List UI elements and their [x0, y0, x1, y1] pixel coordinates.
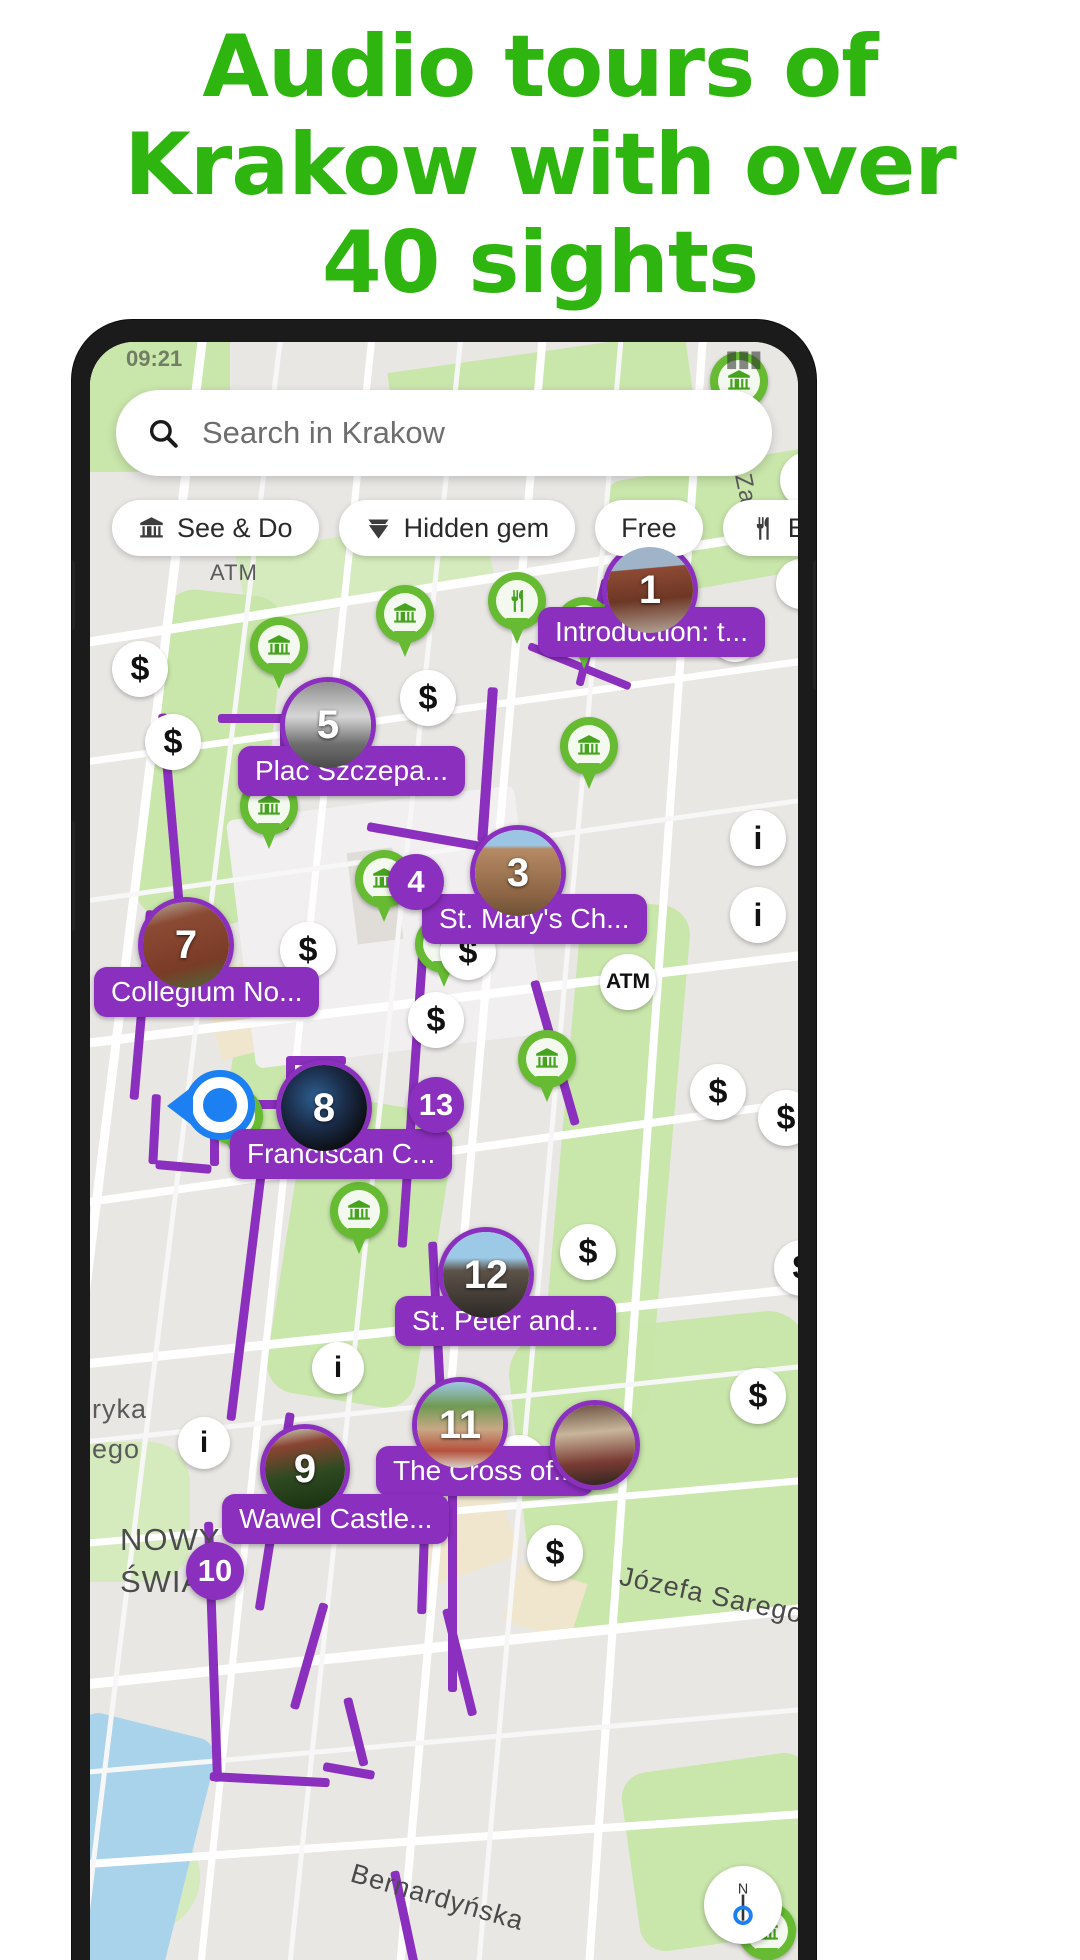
poi-marker-money[interactable]: $: [690, 1064, 746, 1120]
tour-stop-number: 4: [407, 864, 425, 899]
tour-stop-3[interactable]: 3: [470, 825, 566, 921]
status-icons: ▮▮▮: [725, 346, 762, 371]
museum-icon: [536, 1048, 558, 1068]
status-time: 09:21: [126, 346, 183, 371]
tour-stop-number: 5: [316, 702, 340, 747]
tour-stop-number: 9: [293, 1446, 317, 1491]
museum-icon: [140, 516, 163, 537]
tour-stop-5[interactable]: 5: [280, 677, 376, 773]
poi-pin-museum[interactable]: [330, 1182, 388, 1254]
poi-marker-atm[interactable]: ATM: [600, 954, 656, 1010]
poi-marker-info[interactable]: i: [312, 1342, 364, 1394]
tour-stop-7[interactable]: 7: [138, 897, 234, 993]
tour-stop-11[interactable]: 11: [412, 1377, 508, 1473]
restaurant-icon: [756, 516, 769, 540]
museum-icon: [268, 635, 290, 655]
poi-pin-museum[interactable]: [250, 617, 308, 689]
poi-marker-money[interactable]: $: [408, 992, 464, 1048]
tour-stop-number: 12: [463, 1252, 509, 1297]
filter-chip-see-and-do[interactable]: See & Do: [112, 500, 319, 556]
filter-chip-row[interactable]: See & Do Hidden gem Free Eat Sh: [112, 500, 798, 556]
search-input[interactable]: Search in Krakow: [202, 415, 445, 451]
tour-stop-13[interactable]: 13: [408, 1077, 464, 1133]
status-bar: 09:21 ▮▮▮: [90, 342, 798, 376]
phone-volume-down-button: [72, 820, 75, 932]
poi-marker-money[interactable]: $: [112, 641, 168, 697]
filter-chip-label: Eat: [787, 512, 798, 543]
map-label-ego: ego: [92, 1434, 141, 1464]
tour-stop-9[interactable]: 9: [260, 1424, 350, 1514]
tour-stop-photo-partial[interactable]: [550, 1400, 640, 1490]
search-bar[interactable]: Search in Krakow: [116, 390, 772, 476]
tour-stop-number: 10: [197, 1553, 233, 1588]
tour-stop-10[interactable]: 10: [186, 1542, 244, 1600]
filter-chip-label: Hidden gem: [403, 512, 550, 543]
poi-marker-money[interactable]: $: [400, 670, 456, 726]
poi-pin-museum[interactable]: [560, 717, 618, 789]
tour-stop-4[interactable]: 4: [388, 854, 444, 910]
tour-stop-8[interactable]: 8: [276, 1060, 372, 1156]
museum-icon: [394, 603, 416, 623]
map-label-atm-text: ATM: [210, 560, 258, 585]
filter-chip-label: Free: [621, 512, 677, 543]
poi-marker-money[interactable]: $: [527, 1525, 583, 1581]
tour-stop-number: 1: [638, 567, 662, 612]
museum-icon: [348, 1200, 370, 1220]
restaurant-icon: [511, 590, 523, 612]
poi-marker-info[interactable]: i: [730, 887, 786, 943]
tour-stop-number: 8: [312, 1085, 336, 1130]
poi-marker-info[interactable]: i: [178, 1417, 230, 1469]
tour-stop-1[interactable]: 1: [602, 542, 698, 638]
tour-stop-number: 3: [506, 850, 530, 895]
phone-screen: ATM NOWY ŚWIAT ryka ego Józefa Sarego Be…: [90, 342, 798, 1960]
tour-stop-number: 7: [174, 922, 198, 967]
compass-icon: N: [733, 1881, 753, 1926]
museum-icon: [578, 735, 600, 755]
phone-power-button: [813, 560, 816, 690]
diamond-icon: [367, 519, 389, 539]
poi-pin-museum[interactable]: [376, 585, 434, 657]
filter-chip-label: See & Do: [177, 512, 293, 543]
poi-marker-info[interactable]: i: [730, 810, 786, 866]
map-canvas[interactable]: ATM NOWY ŚWIAT ryka ego Józefa Sarego Be…: [90, 342, 798, 1960]
tour-stop-number: 11: [438, 1402, 482, 1447]
museum-icon: [258, 795, 280, 815]
tour-stop-12[interactable]: 12: [438, 1227, 534, 1323]
page-title: Audio tours of Krakow with over 40 sight…: [124, 17, 957, 313]
poi-marker-money[interactable]: $: [560, 1224, 616, 1280]
filter-chip-hidden-gem[interactable]: Hidden gem: [338, 500, 576, 556]
phone-mockup: ATM NOWY ŚWIAT ryka ego Józefa Sarego Be…: [72, 320, 816, 1960]
poi-marker-money[interactable]: $: [730, 1368, 786, 1424]
tour-stop-number: 13: [418, 1087, 454, 1122]
filter-chip-eat[interactable]: Eat: [722, 500, 798, 556]
map-label-ryka: ryka: [92, 1394, 148, 1424]
search-icon: [149, 419, 178, 448]
phone-volume-up-button: [72, 560, 75, 630]
poi-marker-money[interactable]: $: [758, 1090, 798, 1146]
map-label-bernardynska: Bernardyńska: [347, 1857, 528, 1937]
poi-pin-museum[interactable]: [518, 1030, 576, 1102]
compass-control[interactable]: N: [704, 1866, 782, 1944]
poi-marker-money[interactable]: $: [145, 714, 201, 770]
